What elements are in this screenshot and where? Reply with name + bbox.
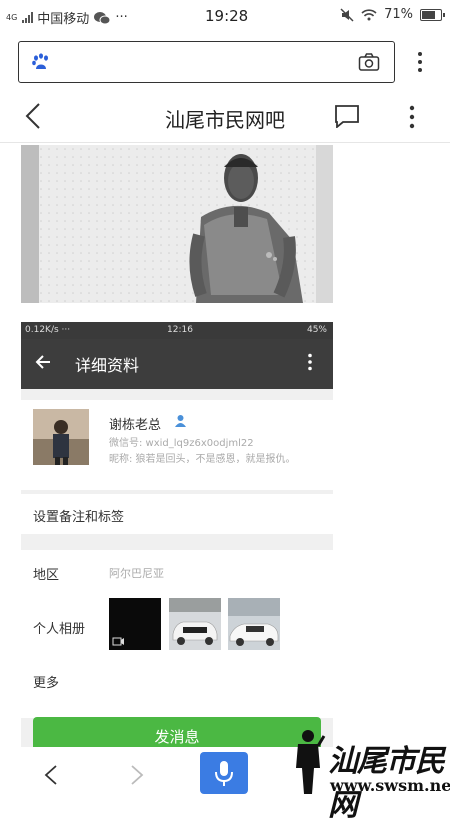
carrier-label: 中国移动 (37, 12, 90, 27)
warrior-silhouette-icon (296, 730, 326, 794)
embedded-header: 详细资料 (21, 339, 333, 389)
comment-icon[interactable] (334, 104, 360, 128)
browser-menu-icon[interactable] (416, 51, 424, 73)
embedded-more-label: 更多 (33, 676, 60, 691)
camera-icon[interactable] (358, 52, 380, 72)
embedded-screenshot[interactable]: 0.12K/s ··· 12:16 45% 详细资料 谢栋老总 微信号: wxi… (21, 322, 333, 747)
embedded-status-left: 0.12K/s ··· (25, 325, 71, 335)
battery-icon (420, 8, 445, 21)
browser-back-icon[interactable] (44, 764, 58, 786)
embedded-remark-row: 设置备注和标签 (21, 494, 333, 534)
man-photo-image (21, 145, 333, 303)
clock: 19:28 (205, 7, 249, 25)
status-bar: 4G 中国移动 ··· 19:28 71% (0, 0, 450, 32)
voice-search-button[interactable] (200, 752, 248, 794)
embedded-album-label: 个人相册 (33, 622, 86, 637)
page-header: 汕尾市民网吧 (0, 92, 450, 143)
wifi-icon (361, 9, 377, 21)
embedded-profile-card: 谢栋老总 微信号: wxid_lq9z6x0odjml22 昵称: 狼若是回头，… (21, 400, 333, 490)
embedded-send-message-button: 发消息 (33, 717, 321, 747)
post-photo[interactable] (21, 145, 333, 303)
embedded-back-icon (35, 355, 50, 369)
more-dots-icon: ··· (115, 10, 128, 25)
album-thumb-video (109, 598, 161, 650)
embedded-wechat-id: 微信号: wxid_lq9z6x0odjml22 (109, 438, 254, 449)
embedded-profile-name: 谢栋老总 (109, 418, 162, 433)
embedded-page-title: 详细资料 (75, 356, 140, 375)
site-watermark: 汕尾市民网 www.swsm.net (290, 728, 450, 823)
album-thumb-car-1 (169, 598, 221, 650)
more-options-icon[interactable] (408, 105, 416, 129)
embedded-more-icon (308, 353, 312, 371)
embedded-region-value: 阿尔巴尼亚 (109, 567, 164, 580)
page-title: 汕尾市民网吧 (165, 108, 285, 132)
embedded-remark-label: 设置备注和标签 (33, 510, 125, 525)
embedded-status-time: 12:16 (167, 325, 193, 335)
embedded-info-card: 地区 阿尔巴尼亚 个人相册 更多 (21, 550, 333, 718)
embedded-region-label: 地区 (33, 568, 60, 583)
signal-icon (22, 11, 34, 23)
baidu-paw-icon (32, 53, 48, 69)
wechat-icon (94, 11, 111, 24)
album-thumb-car-2 (228, 598, 280, 650)
signal-label: 4G (6, 12, 18, 22)
browser-forward-icon[interactable] (130, 764, 144, 786)
embedded-nickname: 昵称: 狼若是回头，不是感恩，就是报仇。 (109, 454, 296, 465)
embedded-status-battery: 45% (306, 325, 327, 335)
embedded-avatar (33, 409, 89, 465)
status-right: 71% (340, 7, 445, 22)
person-icon (175, 415, 186, 427)
microphone-icon (215, 761, 233, 786)
embedded-status-bar: 0.12K/s ··· 12:16 45% (21, 322, 333, 339)
address-bar[interactable] (18, 41, 395, 83)
watermark-url: www.swsm.net (330, 776, 450, 795)
status-left: 4G 中国移动 ··· (6, 8, 128, 27)
mute-icon (340, 7, 354, 22)
battery-percent: 71% (384, 7, 413, 22)
